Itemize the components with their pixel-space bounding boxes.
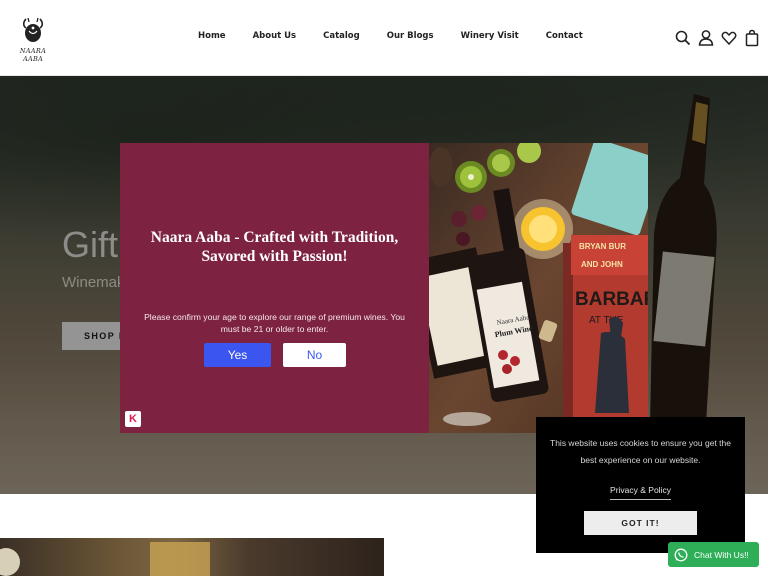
nav-catalog[interactable]: Catalog [323,31,360,41]
cookie-link-row: Privacy & Policy [536,480,745,500]
whatsapp-icon [674,548,688,561]
nav-winery-visit[interactable]: Winery Visit [461,31,519,41]
cookie-consent-banner: This website uses cookies to ensure you … [536,417,745,553]
brand-name: NAARA AABA [19,47,47,63]
whatsapp-chat-button[interactable]: Chat With Us!! [668,542,759,567]
cookie-accept-button[interactable]: GOT IT! [584,511,697,535]
age-confirm-yes-button[interactable]: Yes [204,343,271,367]
header-actions [668,29,760,47]
main-nav: Home About Us Catalog Our Blogs Winery V… [198,31,583,41]
chat-label: Chat With Us!! [694,549,749,560]
age-gate-title: Naara Aaba - Crafted with Tradition, Sav… [150,229,399,265]
nav-contact[interactable]: Contact [546,31,583,41]
privacy-policy-link[interactable]: Privacy & Policy [610,485,671,500]
nav-home[interactable]: Home [198,31,226,41]
age-gate-panel: Naara Aaba - Crafted with Tradition, Sav… [120,143,429,433]
age-gate-image: Naara Aaba Plum Wine BRYAN BUR AND JOHN … [429,143,648,433]
featured-image-detail [150,542,210,576]
age-gate-message: Please confirm your age to explore our r… [144,312,405,334]
logo-emblem-icon [22,17,44,42]
book-author-2: AND JOHN [581,260,623,269]
site-header: NAARA AABA Home About Us Catalog Our Blo… [0,0,768,76]
age-confirm-no-button[interactable]: No [283,343,346,367]
book-title: BARBAR [575,289,648,310]
brand-logo[interactable]: NAARA AABA [12,16,54,63]
account-icon[interactable] [698,29,714,47]
popup-provider-badge[interactable]: K [125,411,141,427]
wishlist-heart-icon[interactable] [721,29,737,47]
age-verification-modal: Naara Aaba - Crafted with Tradition, Sav… [120,143,648,433]
featured-image [0,538,384,576]
nav-about-us[interactable]: About Us [253,31,297,41]
cart-bag-icon[interactable] [744,29,760,47]
featured-image-ornament [0,548,20,576]
nav-our-blogs[interactable]: Our Blogs [387,31,434,41]
book-author: BRYAN BUR [579,242,626,251]
search-icon[interactable] [675,29,691,47]
cookie-message: This website uses cookies to ensure you … [550,438,731,465]
